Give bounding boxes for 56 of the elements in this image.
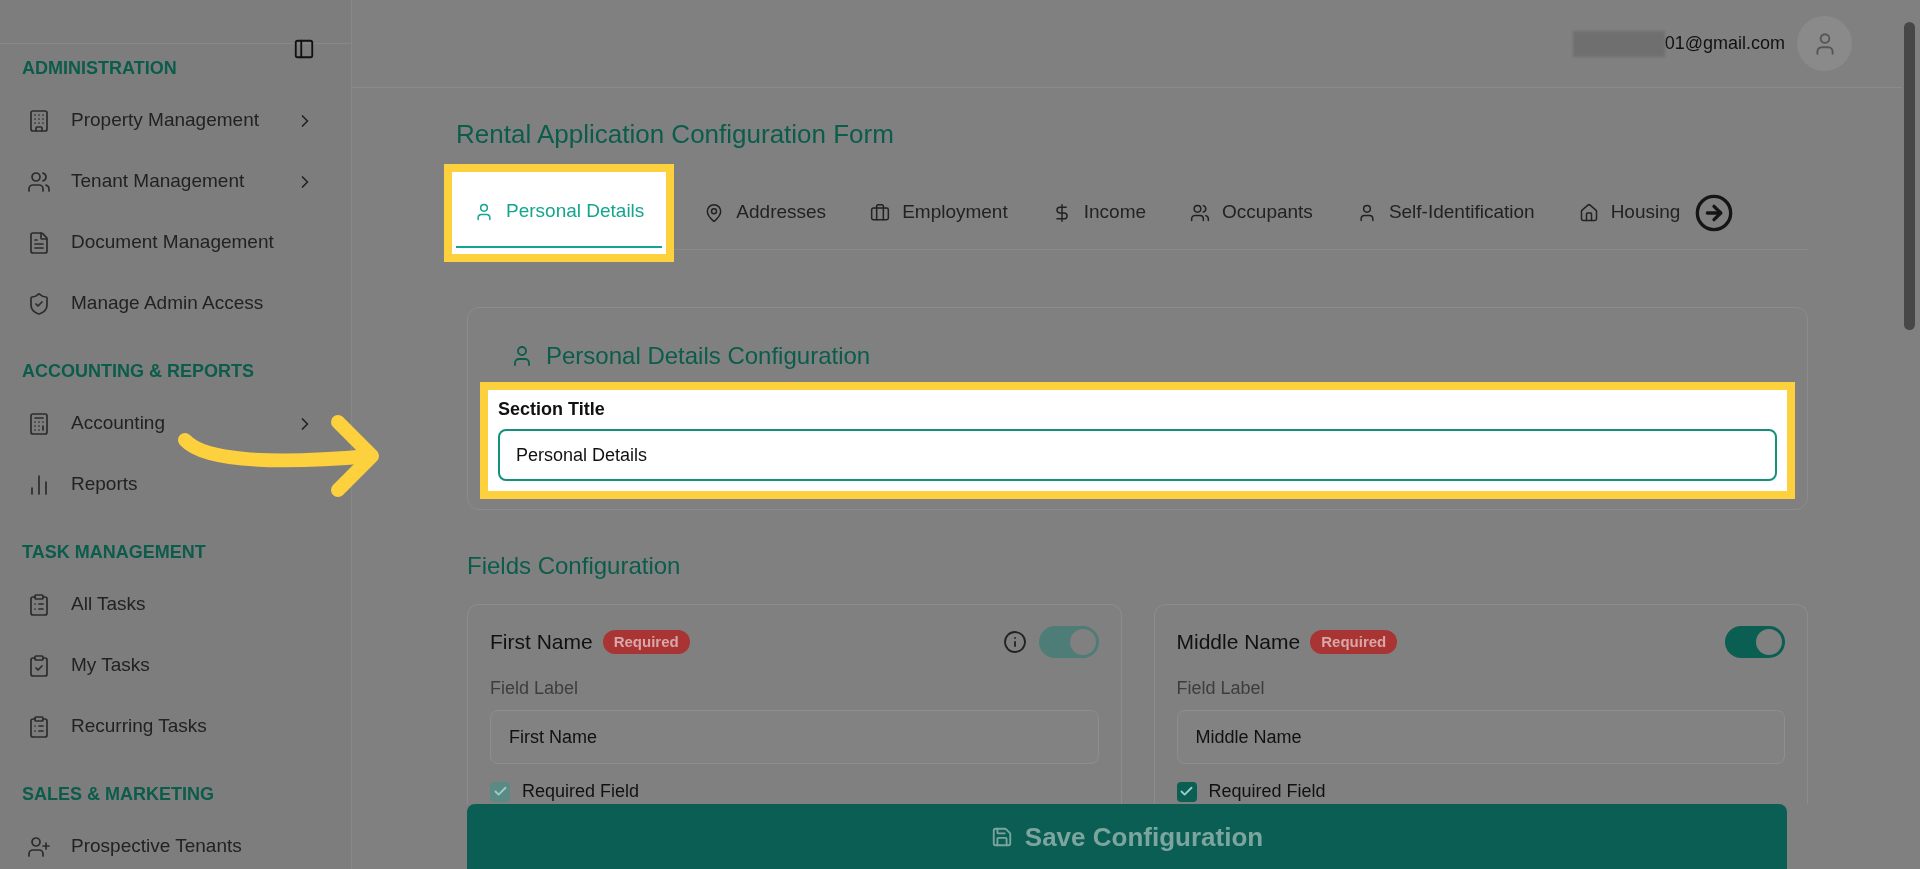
check-icon bbox=[492, 784, 508, 799]
section-heading: SALES & MARKETING bbox=[22, 783, 214, 806]
section-title-input[interactable]: Personal Details bbox=[498, 429, 1777, 481]
nav-item[interactable]: Reports bbox=[22, 454, 329, 515]
field-caption: Section Title bbox=[498, 398, 605, 421]
tab[interactable]: Occupants bbox=[1168, 177, 1335, 248]
document-icon bbox=[27, 230, 51, 255]
tab[interactable]: Housing bbox=[1556, 177, 1703, 248]
house-icon bbox=[1578, 202, 1599, 223]
checkbox-label: Required Field bbox=[522, 780, 640, 803]
users-icon bbox=[1190, 202, 1211, 223]
user-email: 01@gmail.com bbox=[1664, 32, 1785, 55]
nav-item[interactable]: Document Management bbox=[22, 212, 329, 273]
nav-item[interactable]: Tenant Management bbox=[22, 151, 329, 212]
field-caption: Field Label bbox=[1176, 677, 1265, 700]
nav-item[interactable]: My Tasks bbox=[22, 635, 329, 696]
section-heading: Personal Details Configuration bbox=[546, 341, 871, 371]
clipboard-icon bbox=[27, 714, 51, 739]
tab[interactable]: Addresses bbox=[682, 177, 849, 248]
required-checkbox[interactable] bbox=[1176, 781, 1197, 802]
fields-heading: Fields Configuration bbox=[467, 551, 681, 581]
sidebar-toggle-icon[interactable] bbox=[293, 38, 315, 60]
building-icon bbox=[27, 108, 51, 133]
checkbox-label: Required Field bbox=[1208, 780, 1326, 803]
field-label-input[interactable]: Middle Name bbox=[1176, 710, 1785, 764]
field-name: Middle Name bbox=[1176, 629, 1301, 656]
users-icon bbox=[27, 169, 51, 194]
nav-item[interactable]: Manage Admin Access bbox=[22, 273, 329, 334]
calculator-icon bbox=[27, 411, 51, 436]
field-caption: Field Label bbox=[490, 677, 579, 700]
tab[interactable]: Self-Identification bbox=[1334, 177, 1557, 248]
required-badge: Required bbox=[1310, 629, 1398, 655]
clipboard-check-icon bbox=[27, 653, 51, 678]
required-badge: Required bbox=[602, 629, 690, 655]
scroll-right-icon[interactable] bbox=[1694, 192, 1735, 233]
nav-item[interactable]: Accounting bbox=[22, 393, 329, 454]
save-configuration-button[interactable]: Save Configuration bbox=[467, 804, 1787, 869]
field-name: First Name bbox=[490, 629, 593, 656]
page-title: Rental Application Configuration Form bbox=[456, 118, 894, 151]
section-heading: ACCOUNTING & REPORTS bbox=[22, 360, 254, 383]
check-icon bbox=[1179, 784, 1194, 799]
nav-item[interactable]: All Tasks bbox=[22, 574, 329, 635]
nav-item[interactable]: Recurring Tasks bbox=[22, 696, 329, 757]
nav-item[interactable]: Property Management bbox=[22, 90, 329, 151]
tab[interactable]: Income bbox=[1029, 177, 1169, 248]
shield-icon bbox=[27, 291, 51, 316]
save-icon bbox=[990, 826, 1013, 848]
nav-item[interactable]: Prospective Tenants bbox=[22, 816, 329, 869]
user-plus-icon bbox=[27, 834, 51, 859]
clipboard-icon bbox=[27, 592, 51, 617]
section-heading: ADMINISTRATION bbox=[22, 57, 177, 80]
briefcase-icon bbox=[870, 202, 891, 223]
tab[interactable]: Employment bbox=[848, 177, 1030, 248]
user-icon bbox=[474, 201, 494, 222]
toggle-switch[interactable] bbox=[1725, 626, 1785, 658]
section-heading: TASK MANAGEMENT bbox=[22, 541, 206, 564]
